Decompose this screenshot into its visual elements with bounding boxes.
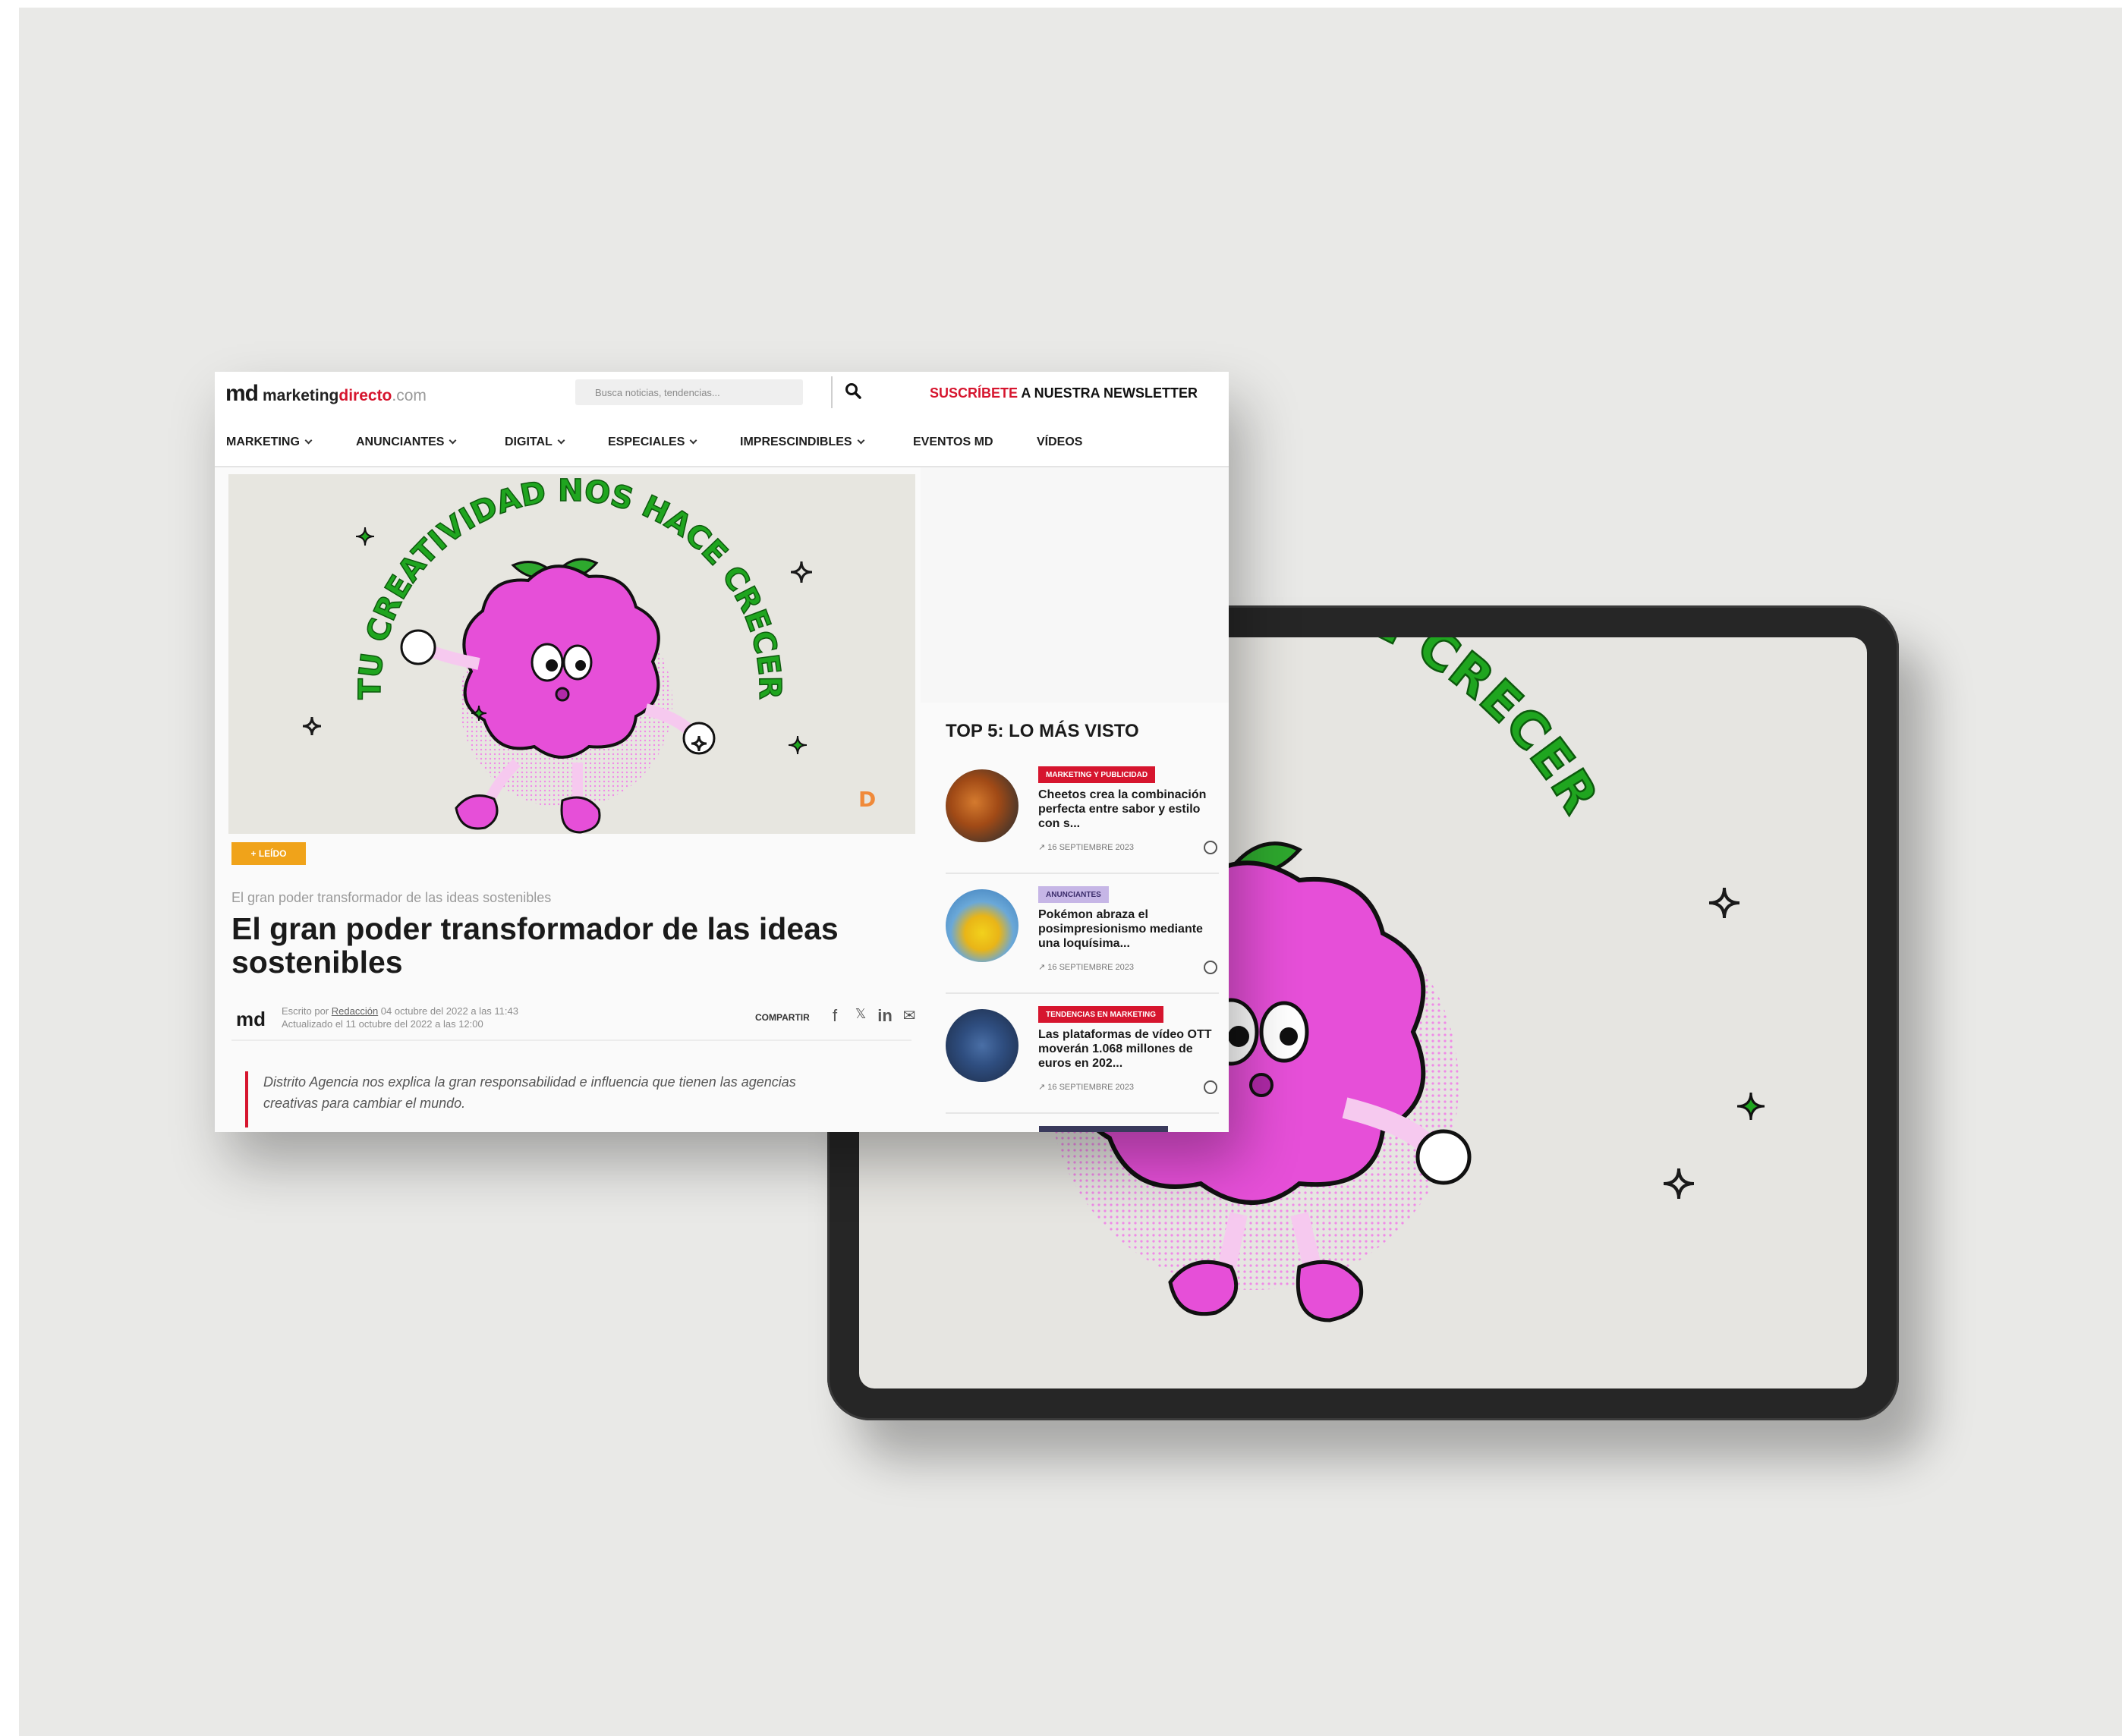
- nav-item-videos[interactable]: VÍDEOS: [1037, 436, 1082, 449]
- hero-image[interactable]: TU CREATIVIDAD NOS HACE CRECER D: [228, 474, 915, 834]
- sidebar-heading: TOP 5: LO MÁS VISTO: [946, 721, 1139, 741]
- date: ↗ 16 SEPTIEMBRE 2023: [1038, 1083, 1135, 1092]
- author-link[interactable]: Redacción: [332, 1005, 378, 1017]
- mockup-scene: IDAD NOS HACE CRECER: [19, 8, 2122, 1736]
- next-item-badge: [1039, 1126, 1168, 1132]
- article-lead-quote: Distrito Agencia nos explica la gran res…: [245, 1071, 837, 1127]
- list-item[interactable]: ANUNCIANTES Pokémon abraza el posimpresi…: [946, 886, 1219, 1000]
- list-divider: [946, 1112, 1219, 1114]
- site-logo[interactable]: md marketingdirecto.com: [225, 381, 427, 407]
- webpage-screenshot: md marketingdirecto.com Busca noticias, …: [215, 372, 1229, 1132]
- newsletter-link[interactable]: SUSCRÍBETE A NUESTRA NEWSLETTER: [930, 385, 1198, 401]
- category-badge[interactable]: ANUNCIANTES: [1038, 886, 1109, 903]
- article-byline: Escrito por Redacción 04 octubre del 202…: [282, 1005, 518, 1030]
- list-item[interactable]: MARKETING Y PUBLICIDAD Cheetos crea la c…: [946, 766, 1219, 880]
- headline[interactable]: Las plataformas de vídeo OTT moverán 1.0…: [1038, 1027, 1217, 1071]
- category-badge[interactable]: MARKETING Y PUBLICIDAD: [1038, 766, 1156, 783]
- email-icon[interactable]: ✉: [901, 1006, 918, 1026]
- agency-signature: D: [858, 787, 876, 812]
- search-icon[interactable]: [845, 382, 861, 399]
- nav-item-especiales[interactable]: ESPECIALES: [608, 436, 697, 449]
- search-placeholder: Busca noticias, tendencias...: [595, 387, 720, 398]
- sidebar-ad-space: [921, 467, 1229, 703]
- chevron-down-icon: [304, 436, 313, 445]
- list-divider: [946, 873, 1219, 874]
- byline-divider: [231, 1039, 911, 1041]
- chevron-down-icon: [449, 436, 457, 445]
- clock-icon: [1204, 1080, 1217, 1094]
- header-divider: [831, 376, 833, 408]
- search-input[interactable]: Busca noticias, tendencias...: [575, 379, 803, 405]
- chevron-down-icon: [557, 436, 565, 445]
- headline[interactable]: Cheetos crea la combinación perfecta ent…: [1038, 788, 1217, 831]
- logo-wordmark: marketingdirecto.com: [263, 387, 427, 404]
- sparkle-green-icon: [1736, 1092, 1765, 1121]
- sparkle-icon: [1663, 887, 1740, 1200]
- clock-icon: [1204, 961, 1217, 974]
- list-item[interactable]: TENDENCIAS EN MARKETING Las plataformas …: [946, 1006, 1219, 1120]
- nav-item-imprescindibles[interactable]: IMPRESCINDIBLES: [740, 436, 865, 449]
- author-avatar: md: [236, 1008, 266, 1030]
- nav-item-eventos-md[interactable]: EVENTOS MD: [913, 436, 993, 449]
- category-badge[interactable]: TENDENCIAS EN MARKETING: [1038, 1006, 1164, 1023]
- share-label: COMPARTIR: [755, 1012, 810, 1023]
- article-thumbnail[interactable]: [946, 1009, 1018, 1082]
- linkedin-icon[interactable]: in: [877, 1006, 893, 1026]
- nav-item-marketing[interactable]: MARKETING: [226, 436, 313, 449]
- nav-item-anunciantes[interactable]: ANUNCIANTES: [356, 436, 457, 449]
- article-kicker: El gran poder transformador de las ideas…: [231, 890, 552, 905]
- nav-item-digital[interactable]: DIGITAL: [505, 436, 565, 449]
- headline[interactable]: Pokémon abraza el posimpresionismo media…: [1038, 907, 1217, 951]
- main-nav: MARKETING ANUNCIANTES DIGITAL ESPECIALES…: [215, 417, 1229, 467]
- hero-illustration: TU CREATIVIDAD NOS HACE CRECER D: [302, 474, 876, 834]
- site-header: md marketingdirecto.com Busca noticias, …: [215, 372, 1229, 417]
- article-title: El gran poder transformador de las ideas…: [231, 911, 839, 980]
- date: ↗ 16 SEPTIEMBRE 2023: [1038, 843, 1135, 852]
- article-thumbnail[interactable]: [946, 889, 1018, 962]
- clock-icon: [1204, 841, 1217, 854]
- facebook-icon[interactable]: f: [826, 1006, 843, 1026]
- most-read-tag[interactable]: + LEÍDO: [231, 842, 306, 865]
- logo-mark: md: [225, 381, 259, 406]
- chevron-down-icon: [857, 436, 865, 445]
- date: ↗ 16 SEPTIEMBRE 2023: [1038, 963, 1135, 972]
- x-icon[interactable]: 𝕏: [852, 1006, 869, 1026]
- list-divider: [946, 992, 1219, 994]
- article-thumbnail[interactable]: [946, 769, 1018, 842]
- chevron-down-icon: [689, 436, 697, 445]
